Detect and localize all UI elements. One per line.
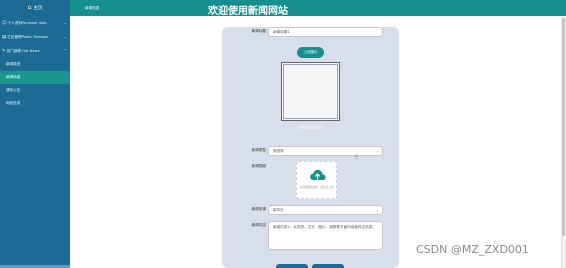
header-tab[interactable]: 新闻信息 bbox=[85, 6, 99, 11]
source-select[interactable]: 新华社 ⌄ bbox=[268, 205, 383, 215]
sidebar-item-public[interactable]: ▤ 栏目管理Public Manage ⌄ bbox=[0, 30, 70, 44]
sidebar-item-news[interactable]: ✎ 热门新闻 Hot News ⌃ bbox=[0, 44, 70, 58]
top-header: 新闻信息 欢迎使用新闻网站 bbox=[70, 0, 566, 17]
sidebar-subitem-label: 网站信息 bbox=[6, 101, 21, 105]
image-preview-caption-bar bbox=[298, 125, 323, 129]
news-icon: ✎ bbox=[2, 48, 6, 54]
title-label: 新闻标题 bbox=[251, 29, 266, 33]
type-select-value: 请选择 bbox=[273, 148, 284, 153]
home-icon: ⌂ bbox=[27, 4, 32, 11]
page-title: 欢迎使用新闻网站 bbox=[208, 6, 288, 17]
video-uploader[interactable]: 将视频拖到此处，或点击上传 bbox=[296, 161, 337, 199]
chevron-down-icon: ⌄ bbox=[63, 20, 67, 25]
content-textarea-value: 新闻内容1，从视觉、文字、图片、视频等方面向读者传达信息。 bbox=[273, 225, 376, 229]
sidebar-subitem-label: 新闻类型 bbox=[6, 62, 21, 66]
sidebar-subitem-news-info[interactable]: 新闻信息 bbox=[0, 71, 70, 84]
sidebar-item-personal[interactable]: ☺ 个人资料Personal data ⌄ bbox=[0, 16, 70, 30]
sidebar-subitem-notice[interactable]: 通知公告 bbox=[0, 84, 70, 97]
grid-icon: ▤ bbox=[2, 34, 7, 40]
sidebar-subitem-label: 通知公告 bbox=[6, 88, 21, 92]
chevron-down-icon: ⌄ bbox=[375, 149, 379, 153]
title-input[interactable]: 新闻标题1 bbox=[268, 27, 383, 37]
video-label: 新闻视频 bbox=[251, 164, 266, 168]
cloud-upload-icon bbox=[310, 169, 326, 180]
submit-button[interactable] bbox=[276, 264, 308, 268]
scrollbar-thumb[interactable] bbox=[562, 18, 565, 236]
sidebar-item-label: 个人资料Personal data bbox=[7, 20, 47, 25]
sidebar-home[interactable]: ⌂ 主页 bbox=[0, 0, 70, 16]
user-icon: ☺ bbox=[2, 20, 7, 26]
type-label: 新闻类型 bbox=[251, 148, 266, 152]
content-textarea[interactable]: 新闻内容1，从视觉、文字、图片、视频等方面向读者传达信息。 bbox=[268, 221, 383, 250]
image-preview-frame bbox=[283, 64, 338, 119]
watermark: CSDN @MZ_ZXD001 bbox=[416, 243, 529, 256]
upload-image-button[interactable]: 上传图片 bbox=[297, 47, 324, 58]
chevron-down-icon: ⌄ bbox=[375, 208, 379, 212]
chevron-up-icon: ⌃ bbox=[63, 48, 67, 53]
sidebar: ⌂ 主页 ☺ 个人资料Personal data ⌄ ▤ 栏目管理Public … bbox=[0, 0, 70, 268]
source-select-value: 新华社 bbox=[273, 207, 284, 212]
cancel-button[interactable] bbox=[312, 264, 344, 268]
content-label: 新闻内容 bbox=[251, 223, 266, 227]
mouse-cursor-icon: ☝ bbox=[354, 153, 359, 161]
type-select[interactable]: 请选择 ⌄ bbox=[268, 146, 383, 156]
source-label: 新闻来源 bbox=[251, 207, 266, 211]
sidebar-item-label: 栏目管理Public Manage bbox=[7, 34, 48, 39]
sidebar-home-label: 主页 bbox=[33, 6, 43, 11]
sidebar-item-label: 热门新闻 Hot News bbox=[6, 48, 40, 53]
sidebar-subitem-news-type[interactable]: 新闻类型 bbox=[0, 58, 70, 71]
sidebar-subitem-label: 新闻信息 bbox=[6, 75, 21, 79]
title-input-value: 新闻标题1 bbox=[273, 29, 290, 34]
chevron-down-icon: ⌄ bbox=[63, 34, 67, 39]
sidebar-subitem-site[interactable]: 网站信息 bbox=[0, 97, 70, 110]
uploader-hint: 将视频拖到此处，或点击上传 bbox=[299, 186, 334, 189]
